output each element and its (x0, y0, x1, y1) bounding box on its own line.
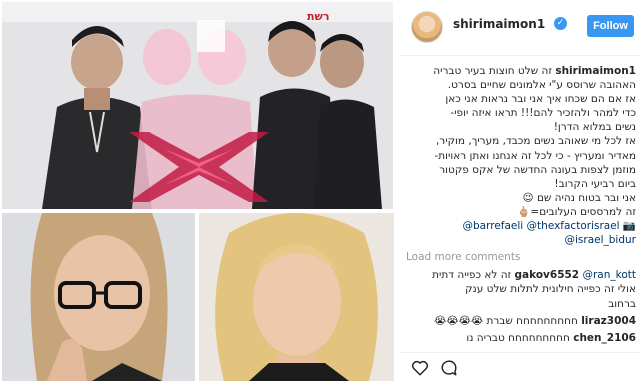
caption: shirimaimon1 זה שלט חוצות בעיר טבריה האה… (406, 64, 636, 247)
follow-button[interactable]: Follow (587, 15, 634, 37)
caption-username[interactable]: shirimaimon1 (555, 65, 636, 77)
comment-item: gakov6552 @ran_kott זה לא כפייה דתית אול… (406, 268, 636, 310)
billboard-photo: רשת (2, 2, 393, 209)
woman-with-glasses-photo (2, 213, 195, 381)
heart-icon[interactable] (411, 359, 429, 377)
comment-text: ברחוב (608, 297, 636, 310)
comment-item: liraz3004 חחחחחחחחח שברת 😭😭😭😭 (406, 314, 636, 328)
username-link[interactable]: shirimaimon1 (453, 17, 545, 31)
comment-username[interactable]: gakov6552 (515, 269, 580, 281)
comment-text: אולי זה כפייה חילונית לתלות שלט ענק (465, 283, 636, 296)
comments-area: shirimaimon1 זה שלט חוצות בעיר טבריה האה… (406, 64, 636, 350)
billboard-illustration (2, 2, 393, 209)
caption-line: אז אם הם שכחו איך אני ובר נראות אני כאן (445, 93, 636, 106)
avatar[interactable] (411, 11, 443, 43)
caption-line: אני ובר בטוח נהיה שם 😉 (522, 191, 636, 204)
verified-badge-icon: ✓ (554, 17, 567, 30)
comment-item: chen_2106 חחחחחחחחח טבריה נו (406, 331, 636, 345)
action-bar (400, 352, 640, 381)
comment-text: זה לא כפייה דתית (432, 269, 512, 282)
caption-line: זה למרססים העלובים=🖕🏼 (517, 205, 636, 218)
post-media[interactable]: רשת (0, 0, 395, 381)
caption-line: מאדיר ומעריץ - כי לכל זה אנחנו ואתן ראוי… (434, 149, 636, 162)
comment-icon[interactable] (440, 359, 458, 377)
comment-text: חחחחחחחחח טבריה נו (466, 331, 570, 344)
caption-line: זה שלט חוצות בעיר טבריה (433, 65, 552, 77)
caption-line: אז לכל מי שאוהב נשים מכבד, מעריך, מוקיר, (435, 135, 636, 148)
caption-line: האהובה שרוסס ע"י אלמונים שחיים בסרט. (447, 79, 636, 92)
caption-mentions[interactable]: @barrefaeli @thexfactorisrael 📷 (406, 219, 637, 233)
load-more-comments-link[interactable]: Load more comments (406, 250, 636, 264)
comment-text: חחחחחחחחח שברת 😭😭😭😭 (434, 314, 578, 327)
comment-username[interactable]: liraz3004 (581, 315, 636, 327)
channel-logo: רשת (307, 10, 330, 23)
caption-line: כדי למהר ולהזכיר להם!!! תראו איזה יופי- (450, 107, 636, 120)
post-panel: shirimaimon1 ✓ Follow shirimaimon1 זה של… (400, 0, 640, 381)
post-header: shirimaimon1 ✓ Follow (400, 0, 640, 56)
caption-mention[interactable]: @israel_bidur (406, 233, 637, 247)
blonde-woman-photo (199, 213, 394, 381)
caption-line: ביום רביעי הקרוב! (554, 177, 636, 190)
comment-mention[interactable]: @ran_kott (582, 269, 636, 281)
comment-username[interactable]: chen_2106 (573, 332, 636, 344)
caption-line: מוזמן לצפות בעונה החדשה של אקס פקטור (439, 163, 636, 176)
caption-line: נשים במלוא הדרן! (553, 121, 636, 134)
